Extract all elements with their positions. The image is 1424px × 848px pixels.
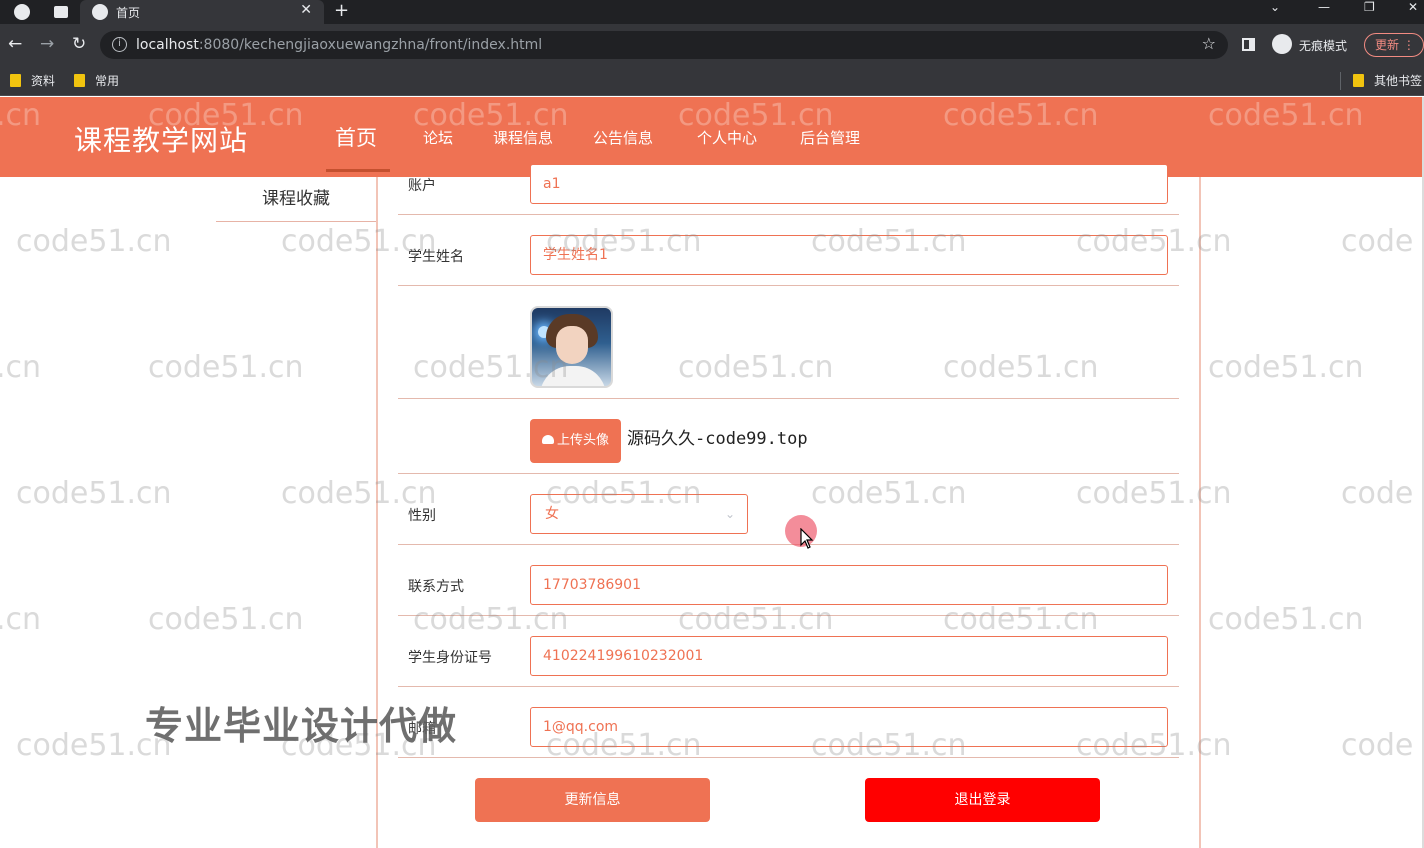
active-tab[interactable]: 首页 ✕ [80,0,324,24]
incognito-label[interactable]: 无痕模式 [1299,37,1347,54]
nav-courses[interactable]: 课程信息 [493,127,553,148]
folder-icon [74,74,85,87]
bookmark-folder-other[interactable]: 其他书签 [1353,72,1422,89]
bookmark-folder[interactable]: 常用 [74,72,119,89]
watermark: .cn [0,602,42,637]
browser-tab-bar: 首页 ✕ + ⌄ — ❐ ✕ [0,0,1424,24]
browser-toolbar: ← → ↻ i localhost:8080/kechengjiaoxuewan… [0,24,1424,66]
watermark: code51.cn [16,476,172,511]
reload-icon[interactable]: ↻ [72,34,86,54]
minimize-icon[interactable]: — [1318,0,1330,14]
watermark: code51.cn [148,350,304,385]
phone-field[interactable]: 17703786901 [530,565,1168,605]
watermark: code51.cn [16,224,172,259]
name-label: 学生姓名 [408,249,464,265]
divider [398,398,1179,399]
watermark: code [1341,728,1414,763]
profile-form-panel [376,177,1201,848]
account-field[interactable]: a1 [530,164,1168,204]
divider [398,473,1179,474]
back-arrow-icon[interactable]: ← [8,34,22,54]
divider [398,686,1179,687]
gender-select[interactable]: 女 ⌄ [530,494,748,534]
divider [398,285,1179,286]
incognito-icon[interactable] [1272,34,1292,54]
site-title[interactable]: 课程教学网站 [74,119,248,159]
folder-icon [1353,74,1364,87]
watermark: code [1341,476,1414,511]
globe-icon [92,4,108,20]
watermark: code51.cn [148,602,304,637]
name-field[interactable]: 学生姓名1 [530,235,1168,275]
divider [398,615,1179,616]
restore-icon[interactable]: ❐ [1364,0,1375,14]
watermark: code [1341,224,1414,259]
nav-home[interactable]: 首页 [335,122,377,152]
account-label: 账户 [408,178,436,194]
side-panel-icon[interactable] [1242,38,1255,51]
gender-label: 性别 [408,508,436,524]
nav-forum[interactable]: 论坛 [423,127,453,148]
watermark: code51.cn [1208,602,1364,637]
url-text[interactable]: localhost:8080/kechengjiaoxuewangzhna/fr… [136,37,542,53]
chevron-down-icon: ⌄ [724,507,735,521]
nav-announcements[interactable]: 公告信息 [593,127,653,148]
close-icon[interactable]: ✕ [300,2,312,18]
divider [398,757,1179,758]
bookmark-folder[interactable]: 资料 [10,72,55,89]
mouse-pointer-icon [800,528,814,549]
email-field[interactable]: 1@qq.com [530,707,1168,747]
nav-active-indicator [326,169,390,172]
window-icon [54,6,68,18]
nav-profile[interactable]: 个人中心 [697,127,757,148]
idcard-field[interactable]: 410224199610232001 [530,636,1168,676]
phone-label: 联系方式 [408,579,464,595]
upload-avatar-button[interactable]: 上传头像 [530,419,621,463]
divider [398,214,1179,215]
folder-icon [10,74,21,87]
bookmarks-bar: 资料 常用 其他书签 [0,66,1424,96]
upload-note: 源码久久-code99.top [627,429,808,449]
globe-icon[interactable] [14,4,30,20]
forward-arrow-icon[interactable]: → [40,34,54,54]
divider [1340,72,1341,90]
update-button[interactable]: 更新 ⋮ [1364,33,1424,57]
inactive-tab[interactable] [44,2,78,22]
address-bar[interactable]: i localhost:8080/kechengjiaoxuewangzhna/… [100,31,1228,59]
avatar [530,306,613,388]
watermark: .cn [0,350,42,385]
promo-overlay-text: 专业毕业设计代做 [145,704,458,748]
nav-admin[interactable]: 后台管理 [800,127,860,148]
update-info-button[interactable]: 更新信息 [475,778,710,822]
sidebar-item-course-favorites[interactable]: 课程收藏 [216,178,376,222]
info-icon[interactable]: i [112,37,127,52]
tab-title: 首页 [116,6,141,20]
watermark: code51.cn [1208,350,1364,385]
logout-button[interactable]: 退出登录 [865,778,1100,822]
divider [398,544,1179,545]
chevron-down-icon[interactable]: ⌄ [1270,0,1280,14]
cloud-upload-icon [541,435,554,444]
new-tab-button[interactable]: + [334,0,349,21]
idcard-label: 学生身份证号 [408,650,492,666]
bookmark-star-icon[interactable]: ☆ [1202,34,1216,53]
close-window-icon[interactable]: ✕ [1408,0,1418,14]
